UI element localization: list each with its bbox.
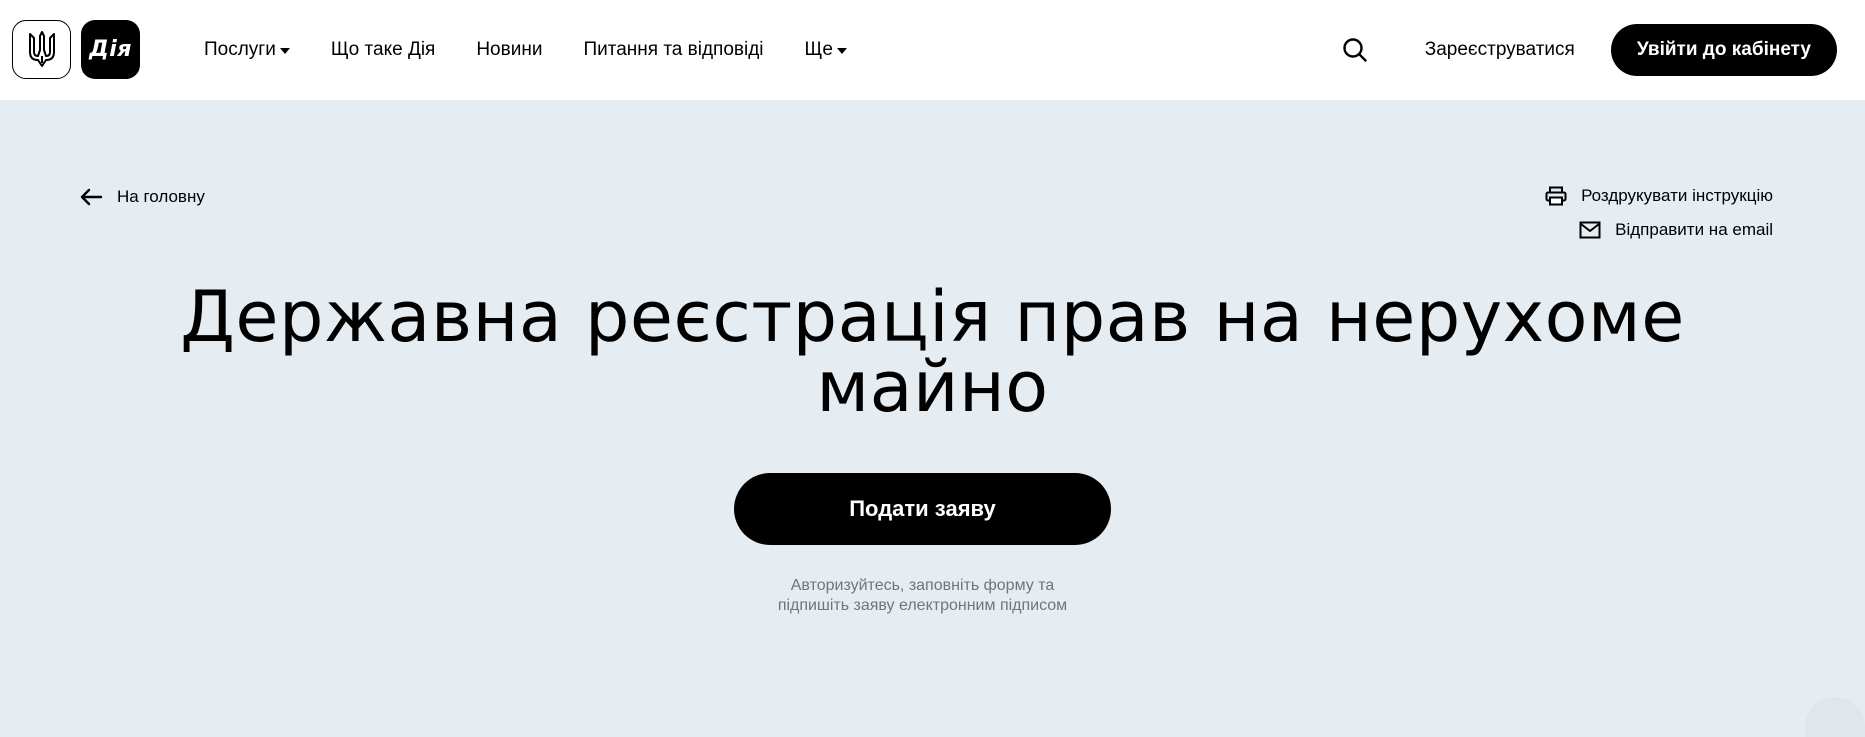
main-nav: Послуги Що таке Дія Новини Питання та ві… xyxy=(204,0,847,100)
nav-item-faq[interactable]: Питання та відповіді xyxy=(583,39,763,61)
search-button[interactable] xyxy=(1340,35,1370,65)
email-link-label: Відправити на email xyxy=(1615,220,1773,240)
print-link-label: Роздрукувати інструкцію xyxy=(1581,186,1773,206)
diia-logo-text: Дія xyxy=(89,37,132,62)
submit-application-button[interactable]: Подати заяву xyxy=(734,473,1111,545)
print-instruction-link[interactable]: Роздрукувати інструкцію xyxy=(1545,186,1773,206)
chevron-down-icon xyxy=(837,48,847,54)
nav-item-label: Новини xyxy=(476,39,542,61)
printer-icon xyxy=(1545,186,1567,206)
nav-item-label: Питання та відповіді xyxy=(583,39,763,61)
submit-hint-line: підпишіть заяву електронним підписом xyxy=(0,596,1845,616)
chevron-down-icon xyxy=(280,48,290,54)
submit-hint: Авторизуйтесь, заповніть форму та підпиш… xyxy=(0,576,1845,616)
mail-icon xyxy=(1579,221,1601,239)
nav-item-what-is-diia[interactable]: Що таке Дія xyxy=(331,39,435,61)
trident-icon xyxy=(27,30,57,70)
diia-logo-link[interactable]: Дія xyxy=(81,20,140,79)
instruction-actions: Роздрукувати інструкцію Відправити на em… xyxy=(1545,186,1773,240)
nav-item-label: Послуги xyxy=(204,39,276,61)
send-email-link[interactable]: Відправити на email xyxy=(1579,220,1773,240)
nav-item-label: Ще xyxy=(805,39,833,61)
nav-item-news[interactable]: Новини xyxy=(476,39,542,61)
nav-item-label: Що таке Дія xyxy=(331,39,435,61)
page-title-line: Державна реєстрація прав на нерухоме xyxy=(0,282,1865,352)
page-title-line: майно xyxy=(0,352,1865,422)
register-link[interactable]: Зареєструватися xyxy=(1425,39,1575,61)
back-to-home-link[interactable]: На головну xyxy=(79,187,205,207)
site-header: Дія Послуги Що таке Дія Новини Питання т… xyxy=(0,0,1865,100)
arrow-left-icon xyxy=(79,188,103,206)
login-button[interactable]: Увійти до кабінету xyxy=(1611,24,1837,76)
nav-item-more[interactable]: Ще xyxy=(805,39,847,61)
search-icon xyxy=(1342,37,1368,63)
page-title: Державна реєстрація прав на нерухоме май… xyxy=(0,282,1865,422)
submit-hint-line: Авторизуйтесь, заповніть форму та xyxy=(0,576,1845,596)
back-link-label: На головну xyxy=(117,187,205,207)
header-actions: Зареєструватися Увійти до кабінету xyxy=(1340,24,1837,76)
trident-logo-link[interactable] xyxy=(12,20,71,79)
nav-item-services[interactable]: Послуги xyxy=(204,39,290,61)
chat-widget-edge[interactable] xyxy=(1805,697,1865,737)
logo-group: Дія xyxy=(12,20,140,79)
